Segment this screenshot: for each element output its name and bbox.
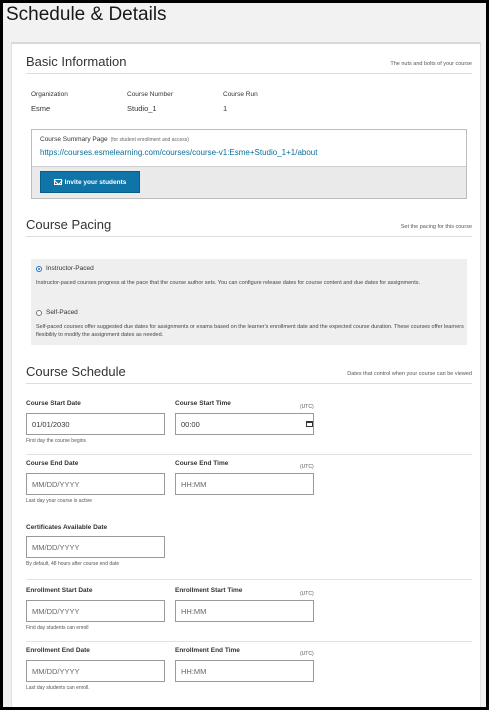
certificates-date-help: By default, 48 hours after course end da… [26,561,120,567]
settings-panel: Basic Information The nuts and bolts of … [11,42,481,707]
course-start-time-label: Course Start Time [175,400,231,407]
divider [26,579,472,580]
enrollment-end-date-help: Last day students can enroll. [26,685,90,691]
course-summary-hint: (for student enrollment and access) [110,137,189,143]
course-pacing-title: Course Pacing [26,217,112,232]
course-end-date-help: Last day your course is active [26,498,92,504]
basic-info-header: Basic Information The nuts and bolts of … [26,52,472,74]
enrollment-end-time-utc: (UTC) [300,651,314,657]
self-paced-description: Self-paced courses offer suggested due d… [36,324,464,338]
course-end-date-label: Course End Date [26,460,79,467]
basic-info-title: Basic Information [26,54,127,69]
certificates-date-input[interactable] [26,536,165,558]
course-start-date-label: Course Start Date [26,400,81,407]
instructor-paced-description: Instructor-paced courses progress at the… [36,280,421,286]
course-start-date-input[interactable] [26,413,165,435]
certificates-date-label: Certificates Available Date [26,524,108,531]
course-run-value: 1 [223,104,228,113]
divider [26,454,472,455]
page-title: Schedule & Details [6,4,167,25]
course-summary-label-text: Course Summary Page [40,136,108,143]
course-summary-box: Course Summary Page (for student enrollme… [31,129,467,199]
self-paced-radio[interactable] [36,309,42,316]
course-end-time-utc: (UTC) [300,464,314,470]
self-paced-option[interactable]: Self-Paced [36,309,78,316]
course-start-time-input[interactable] [175,413,314,435]
instructor-paced-label: Instructor-Paced [46,265,94,272]
course-end-time-label: Course End Time [175,460,229,467]
course-pacing-header: Course Pacing Set the pacing for this co… [26,215,472,237]
page-frame: Schedule & Details Basic Information The… [3,3,486,707]
course-schedule-subtitle: Dates that control when your course can … [347,371,472,377]
invite-students-button[interactable]: Invite your students [40,171,140,193]
course-schedule-header: Course Schedule Dates that control when … [26,362,472,384]
instructor-paced-radio[interactable] [36,265,42,272]
enrollment-end-date-input[interactable] [26,660,165,682]
course-end-time-input[interactable] [175,473,314,495]
enrollment-start-date-help: First day students can enroll [26,625,89,631]
course-summary-footer: Invite your students [32,166,466,198]
basic-info-subtitle: The nuts and bolts of your course [390,61,472,67]
enrollment-start-date-input[interactable] [26,600,165,622]
course-summary-url[interactable]: https://courses.esmelearning.com/courses… [40,148,317,157]
organization-label: Organization [31,91,68,98]
course-start-date-help: First day the course begins [26,438,87,444]
course-end-date-input[interactable] [26,473,165,495]
envelope-icon [53,179,62,185]
course-number-label: Course Number [127,91,173,98]
enrollment-end-time-input[interactable] [175,660,314,682]
course-summary-label: Course Summary Page (for student enrollme… [40,136,189,143]
enrollment-start-time-utc: (UTC) [300,591,314,597]
enrollment-end-date-label: Enrollment End Date [26,647,90,654]
self-paced-label: Self-Paced [46,309,78,316]
organization-value: Esme [31,104,51,113]
enrollment-start-date-label: Enrollment Start Date [26,587,93,594]
course-schedule-title: Course Schedule [26,364,126,379]
enrollment-end-time-label: Enrollment End Time [175,647,240,654]
course-run-label: Course Run [223,91,258,98]
instructor-paced-option[interactable]: Instructor-Paced [36,265,94,272]
divider [26,641,472,642]
enrollment-start-time-input[interactable] [175,600,314,622]
pacing-options-box: Instructor-Paced Instructor-paced course… [31,259,467,345]
course-start-time-utc: (UTC) [300,404,314,410]
invite-students-label: Invite your students [64,178,127,186]
enrollment-start-time-label: Enrollment Start Time [175,587,243,594]
clock-icon[interactable] [306,421,313,427]
course-pacing-subtitle: Set the pacing for this course [400,224,472,230]
course-number-value: Studio_1 [127,104,157,113]
